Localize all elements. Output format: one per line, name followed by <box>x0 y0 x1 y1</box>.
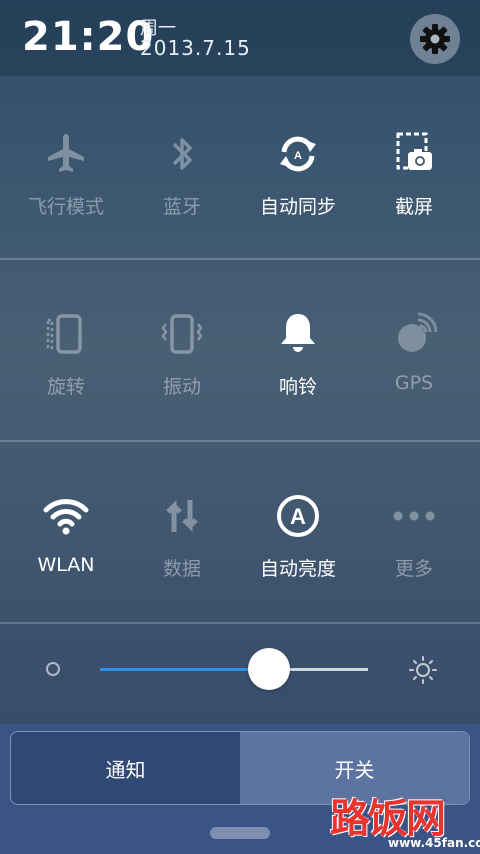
brightness-high-icon <box>409 656 437 684</box>
brightness-slider-knob[interactable] <box>247 648 290 690</box>
toggle-more[interactable]: 更多 <box>354 492 474 612</box>
toggle-label: 振动 <box>162 376 201 398</box>
toggle-label: 自动同步 <box>259 196 336 218</box>
settings-button[interactable] <box>410 14 460 64</box>
drag-handle[interactable] <box>210 827 270 839</box>
date: 2013.7.15 <box>140 36 251 60</box>
toggle-label: 截屏 <box>394 196 433 218</box>
bell-icon <box>281 314 315 352</box>
toggle-wlan[interactable]: WLAN <box>6 492 126 612</box>
svg-text:A: A <box>294 150 302 162</box>
toggle-label: 旋转 <box>46 376 85 398</box>
brightness-low-icon <box>46 662 60 676</box>
toggle-label: 响铃 <box>278 376 317 398</box>
toggle-vibrate[interactable]: 振动 <box>122 310 242 430</box>
data-icon <box>166 499 198 533</box>
screenshot-icon <box>396 132 432 170</box>
toggle-gps[interactable]: GPS <box>354 310 474 430</box>
divider <box>0 258 480 260</box>
brightness-track-fill <box>100 668 269 671</box>
toggle-bluetooth[interactable]: 蓝牙 <box>122 130 242 250</box>
toggle-label: 蓝牙 <box>162 196 201 218</box>
vibrate-icon <box>161 314 203 354</box>
toggle-label: 自动亮度 <box>259 558 336 580</box>
toggle-auto-brightness[interactable]: A 自动亮度 <box>238 492 358 612</box>
toggle-rotate[interactable]: 旋转 <box>6 310 126 430</box>
status-header: 21:20 周一 2013.7.15 <box>0 0 480 76</box>
airplane-icon <box>48 134 84 172</box>
bluetooth-icon <box>172 138 192 170</box>
gear-icon <box>420 24 450 54</box>
toggle-label: GPS <box>394 372 434 394</box>
toggle-label: 更多 <box>394 558 433 580</box>
wifi-icon <box>43 499 89 535</box>
rotate-icon <box>46 314 82 354</box>
sync-icon: A <box>280 136 316 172</box>
toggle-ringer[interactable]: 响铃 <box>238 310 358 430</box>
divider <box>0 440 480 442</box>
toggle-label: 飞行模式 <box>27 196 104 218</box>
more-icon <box>393 511 435 521</box>
toggle-airplane[interactable]: 飞行模式 <box>6 130 126 250</box>
tab-notifications[interactable]: 通知 <box>11 732 240 804</box>
toggle-screenshot[interactable]: 截屏 <box>354 130 474 250</box>
auto-brightness-icon: A <box>277 495 319 537</box>
svg-text:A: A <box>290 504 306 529</box>
toggle-auto-sync[interactable]: A 自动同步 <box>238 130 358 250</box>
toggle-label: 数据 <box>162 558 201 580</box>
gps-icon <box>398 312 438 352</box>
watermark-url: www.45fan.com <box>388 836 480 850</box>
toggle-label: WLAN <box>37 554 95 576</box>
clock: 21:20 <box>22 14 155 60</box>
divider <box>0 622 480 624</box>
toggle-data[interactable]: 数据 <box>122 492 242 612</box>
